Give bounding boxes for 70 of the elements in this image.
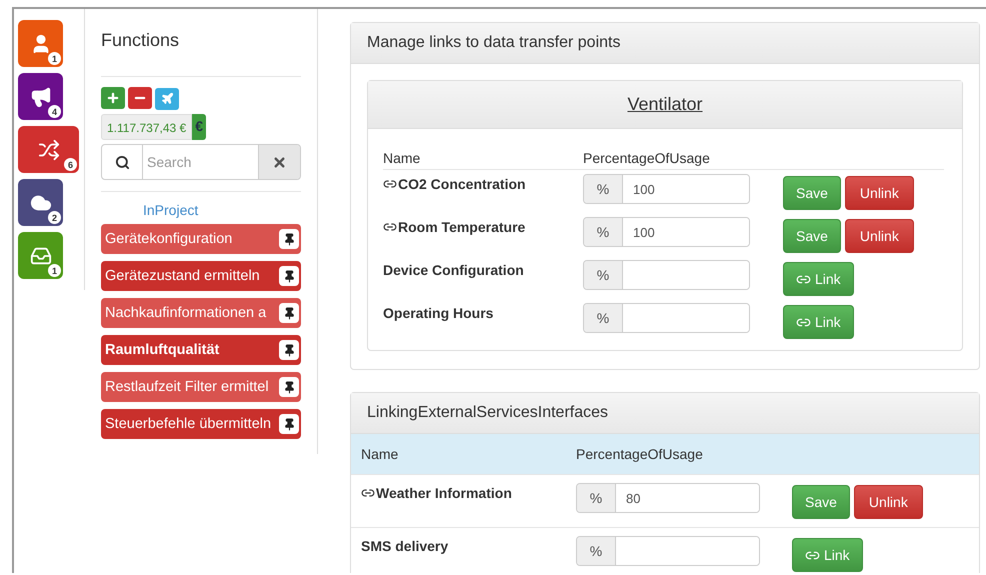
percentage-field[interactable]: % — [576, 536, 760, 566]
plane-icon — [160, 92, 174, 105]
pin-icon — [282, 418, 296, 430]
remove-button[interactable] — [128, 87, 152, 109]
link-button[interactable]: Link — [783, 262, 854, 296]
functions-title: Functions — [101, 30, 180, 52]
nav-tile[interactable]: 1 — [18, 232, 63, 279]
row-name: Weather Information — [361, 483, 576, 501]
pin-button[interactable] — [279, 303, 299, 323]
close-icon — [272, 154, 287, 170]
nav-tile[interactable]: 6 — [18, 126, 79, 173]
pin-button[interactable] — [279, 377, 299, 397]
function-item[interactable]: Nachkaufinformationen a — [101, 298, 301, 328]
row-name: CO2 Concentration — [383, 174, 583, 192]
percentage-field[interactable]: % 100 — [583, 217, 750, 247]
panel-title: Manage links to data transfer points — [351, 23, 979, 64]
pin-button[interactable] — [279, 266, 299, 286]
row-name: SMS delivery — [361, 537, 450, 554]
shuffle-icon — [38, 138, 60, 160]
percentage-field[interactable]: % 80 — [576, 483, 760, 513]
column-header: Name — [361, 446, 400, 462]
pin-icon — [282, 344, 296, 356]
device-title: Ventilator — [627, 94, 703, 115]
unlink-button[interactable]: Unlink — [844, 219, 914, 253]
unlink-button[interactable]: Unlink — [854, 485, 923, 519]
pin-icon — [282, 380, 296, 394]
currency-addon: € — [192, 114, 206, 140]
link-button[interactable]: Link — [792, 538, 863, 572]
nav-tile[interactable]: 4 — [18, 73, 63, 120]
save-button[interactable]: Save — [792, 485, 850, 519]
group-link[interactable]: InProject — [143, 202, 301, 218]
save-button[interactable]: Save — [783, 176, 841, 210]
pin-icon — [282, 232, 296, 246]
pin-icon — [282, 306, 296, 320]
function-item[interactable]: Gerätezustand ermitteln — [101, 261, 301, 291]
percentage-field[interactable]: % — [583, 260, 750, 290]
function-item[interactable]: Raumluftqualität — [101, 335, 301, 365]
percentage-field[interactable]: % 100 — [583, 174, 750, 204]
column-header: PercentageOfUsage — [576, 446, 704, 462]
count-badge: 2 — [48, 211, 61, 224]
clear-button[interactable] — [258, 145, 300, 179]
unlink-button[interactable]: Unlink — [844, 176, 914, 210]
add-button[interactable] — [101, 87, 125, 109]
search-bar[interactable]: Search — [101, 144, 301, 180]
panel-title: LinkingExternalServicesInterfaces — [351, 393, 979, 434]
row-name: Operating Hours — [383, 304, 494, 321]
count-badge: 1 — [48, 264, 61, 277]
save-button[interactable]: Save — [783, 219, 841, 253]
balance-amount: 1.117.737,43 € — [101, 114, 192, 140]
column-header: PercentageOfUsage — [583, 150, 711, 166]
search-icon — [114, 154, 130, 170]
function-item[interactable]: Restlaufzeit Filter ermittel — [101, 372, 301, 402]
row-name: Device Configuration — [383, 261, 525, 278]
function-item[interactable]: Gerätekonfiguration — [101, 224, 301, 254]
percentage-field[interactable]: % — [583, 303, 750, 333]
link-button[interactable]: Link — [783, 305, 854, 339]
pin-button[interactable] — [279, 414, 299, 434]
count-badge: 6 — [64, 158, 77, 171]
megaphone-icon — [30, 86, 52, 108]
count-badge: 1 — [48, 52, 61, 65]
count-badge: 4 — [48, 105, 61, 118]
column-header: Name — [383, 150, 422, 166]
pin-button[interactable] — [279, 340, 299, 360]
plus-icon — [106, 91, 120, 105]
pin-button[interactable] — [279, 229, 299, 249]
nav-tile[interactable]: 2 — [18, 179, 63, 226]
pin-icon — [282, 270, 296, 282]
nav-tile[interactable]: 1 — [18, 20, 63, 67]
row-name: Room Temperature — [383, 217, 583, 235]
function-item[interactable]: Steuerbefehle übermitteln — [101, 409, 301, 439]
